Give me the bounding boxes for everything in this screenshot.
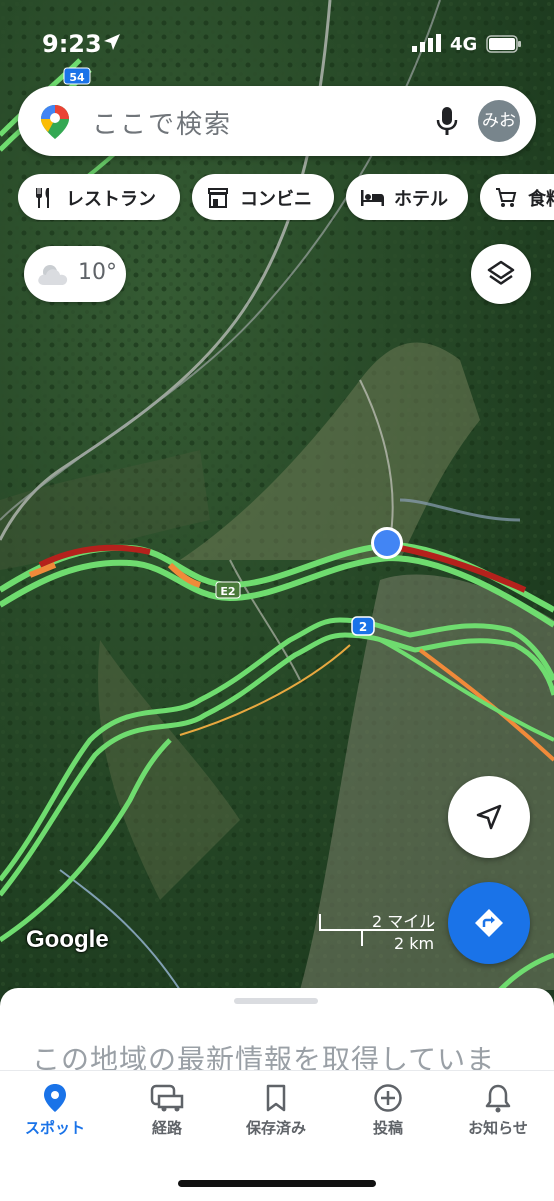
scale-metric: 2 km (394, 934, 435, 953)
route-54-label: 54 (69, 71, 85, 84)
status-bar: 9:23 4G (0, 28, 554, 64)
car-icon (150, 1084, 184, 1112)
weather-temp: 10° (78, 260, 117, 285)
chip-restaurant-label: レストラン (66, 189, 156, 210)
battery-icon (486, 35, 521, 53)
search-placeholder[interactable]: ここで検索 (92, 104, 232, 141)
chip-convenience-store[interactable]: コンビニ (192, 174, 334, 220)
current-location-dot (371, 527, 403, 559)
bookmark-icon (266, 1084, 286, 1112)
store-icon (208, 188, 228, 208)
tab-route-label: 経路 (151, 1119, 182, 1137)
microphone-icon[interactable] (436, 106, 458, 136)
category-chips: レストラン コンビニ ホテル 食料 (18, 174, 554, 222)
route-54-shield: 54 (63, 67, 91, 85)
directions-button[interactable] (448, 882, 530, 964)
location-arrow-icon (104, 34, 120, 50)
e2-shield: E2 (215, 581, 241, 599)
add-circle-icon (374, 1084, 402, 1112)
pin-icon (44, 1084, 66, 1112)
sheet-handle[interactable] (234, 998, 318, 1004)
signal-icon (412, 34, 441, 52)
layers-icon (487, 260, 515, 285)
chip-restaurant[interactable]: レストラン (18, 174, 180, 220)
home-indicator (178, 1180, 376, 1187)
my-location-button[interactable] (448, 776, 530, 858)
chip-grocery-label: 食料 (528, 189, 554, 210)
google-logo: Google (26, 926, 109, 953)
tab-notifications[interactable]: お知らせ (448, 1083, 548, 1153)
restaurant-icon (36, 188, 49, 208)
tab-spot[interactable]: スポット (5, 1083, 105, 1153)
search-bar[interactable]: ここで検索 みお (18, 86, 536, 156)
cloud-icon (38, 265, 68, 285)
map-scale: 2 マイル 2 km (318, 906, 438, 956)
tab-notifications-label: お知らせ (468, 1119, 528, 1137)
bottom-sheet[interactable]: この地域の最新情報を取得していま (0, 988, 554, 1078)
layers-button[interactable] (471, 244, 531, 304)
navigation-arrow-icon (476, 804, 502, 830)
maps-logo-icon (41, 105, 69, 139)
account-avatar[interactable]: みお (478, 100, 520, 142)
weather-badge[interactable]: 10° (24, 246, 126, 302)
hotel-icon (361, 190, 384, 206)
route-2-label: 2 (359, 620, 367, 634)
status-time: 9:23 (42, 30, 102, 58)
tab-route[interactable]: 経路 (117, 1083, 217, 1153)
chip-hotel-label: ホテル (394, 189, 448, 210)
tab-saved-label: 保存済み (245, 1119, 306, 1137)
tab-post[interactable]: 投稿 (338, 1083, 438, 1153)
cart-icon (496, 188, 517, 207)
network-type: 4G (450, 34, 478, 55)
chip-hotel[interactable]: ホテル (346, 174, 468, 220)
tab-spot-label: スポット (24, 1119, 85, 1137)
tab-post-label: 投稿 (372, 1119, 403, 1137)
route-2-shield: 2 (351, 616, 375, 636)
chip-grocery[interactable]: 食料 (480, 174, 554, 220)
chip-convenience-label: コンビニ (240, 189, 312, 210)
tab-saved[interactable]: 保存済み (226, 1083, 326, 1153)
bell-icon (485, 1084, 511, 1113)
e2-label: E2 (220, 585, 235, 598)
directions-icon (475, 909, 503, 937)
